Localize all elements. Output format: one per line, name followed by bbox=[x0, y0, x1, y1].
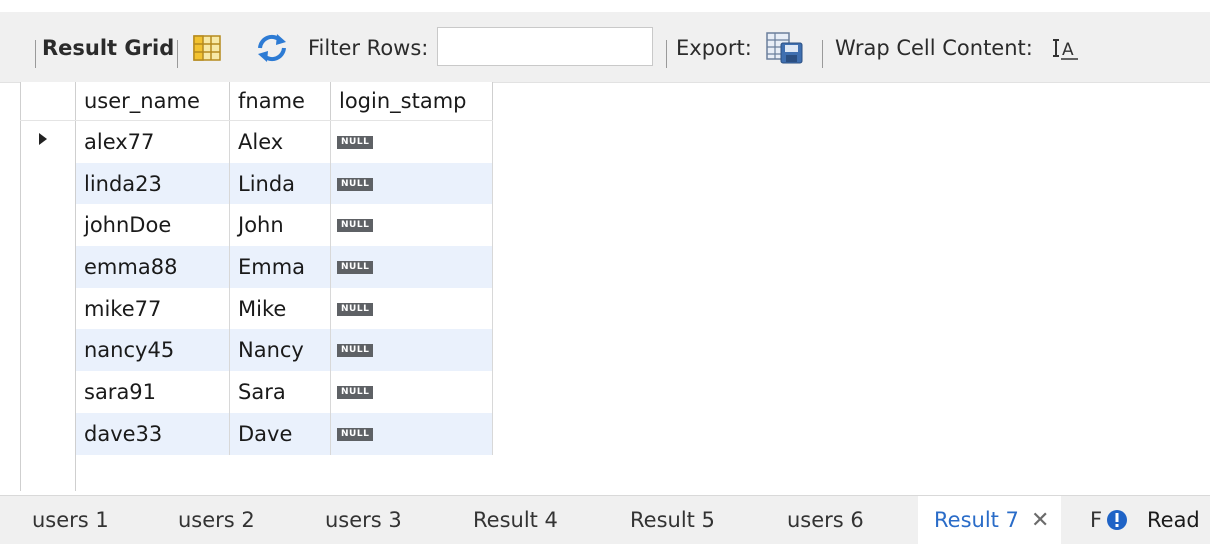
cell-login-stamp[interactable]: NULL bbox=[330, 204, 493, 247]
grid-header-row: user_name fname login_stamp bbox=[20, 82, 493, 121]
tab-label: users 3 bbox=[325, 508, 402, 532]
tab-users-2[interactable]: users 2 bbox=[178, 496, 255, 544]
cell-fname[interactable]: Nancy bbox=[229, 329, 331, 372]
null-badge: NULL bbox=[337, 302, 374, 316]
row-selector[interactable] bbox=[20, 329, 76, 372]
table-row[interactable]: linda23 Linda NULL bbox=[20, 162, 493, 205]
tab-label: users 6 bbox=[787, 508, 864, 532]
cell-login-stamp[interactable]: NULL bbox=[330, 162, 493, 205]
toolbar-separator bbox=[822, 40, 823, 68]
cell-user-name[interactable]: nancy45 bbox=[75, 329, 230, 372]
row-selector[interactable] bbox=[20, 246, 76, 288]
tab-truncated[interactable]: F bbox=[1090, 496, 1102, 544]
cell-login-stamp[interactable]: NULL bbox=[330, 287, 493, 330]
top-strip bbox=[0, 0, 1210, 12]
tab-label: users 2 bbox=[178, 508, 255, 532]
info-icon[interactable] bbox=[1106, 496, 1128, 544]
row-selector[interactable] bbox=[20, 371, 76, 413]
tab-label: Result 5 bbox=[630, 508, 715, 532]
row-selector-header[interactable] bbox=[20, 82, 76, 121]
close-icon[interactable]: ✕ bbox=[1031, 508, 1049, 533]
tab-result-4[interactable]: Result 4 bbox=[473, 496, 558, 544]
grid-view-icon[interactable] bbox=[192, 22, 222, 74]
column-header-fname[interactable]: fname bbox=[229, 82, 331, 121]
wrap-cell-label: Wrap Cell Content: bbox=[835, 36, 1033, 60]
table-row[interactable]: emma88 Emma NULL bbox=[20, 246, 493, 288]
row-selector[interactable] bbox=[20, 287, 76, 330]
cell-fname[interactable]: Dave bbox=[229, 412, 331, 455]
tab-result-5[interactable]: Result 5 bbox=[630, 496, 715, 544]
null-badge: NULL bbox=[337, 177, 374, 191]
cell-user-name[interactable]: sara91 bbox=[75, 371, 230, 413]
table-row[interactable]: sara91 Sara NULL bbox=[20, 371, 493, 413]
cell-fname[interactable]: Linda bbox=[229, 162, 331, 205]
tab-label: users 1 bbox=[32, 508, 109, 532]
tab-result-7[interactable]: Result 7 ✕ bbox=[918, 496, 1062, 544]
result-tab-bar: users 1 users 2 users 3 Result 4 Result … bbox=[0, 495, 1210, 544]
null-badge: NULL bbox=[337, 219, 374, 233]
cell-user-name[interactable]: johnDoe bbox=[75, 204, 230, 247]
table-row[interactable]: johnDoe John NULL bbox=[20, 204, 493, 247]
cell-user-name[interactable]: mike77 bbox=[75, 287, 230, 330]
cell-fname[interactable]: Sara bbox=[229, 371, 331, 413]
table-row[interactable]: alex77 Alex NULL bbox=[20, 120, 493, 163]
filter-rows-label: Filter Rows: bbox=[308, 36, 429, 60]
table-row[interactable]: dave33 Dave NULL bbox=[20, 412, 493, 455]
row-selector[interactable] bbox=[20, 162, 76, 205]
cell-fname[interactable]: Alex bbox=[229, 120, 331, 163]
tab-users-6[interactable]: users 6 bbox=[787, 496, 864, 544]
column-header-login-stamp[interactable]: login_stamp bbox=[330, 82, 493, 121]
filter-rows-label-wrap: Filter Rows: bbox=[308, 22, 428, 74]
toolbar-separator bbox=[177, 40, 178, 68]
wrap-cell-icon[interactable]: A bbox=[1052, 22, 1080, 74]
null-badge: NULL bbox=[337, 261, 374, 275]
tab-label: Read bbox=[1147, 508, 1200, 532]
table-row[interactable]: mike77 Mike NULL bbox=[20, 287, 493, 330]
cell-login-stamp[interactable]: NULL bbox=[330, 412, 493, 455]
tab-label: F bbox=[1090, 508, 1103, 532]
filter-rows-input[interactable] bbox=[437, 27, 653, 66]
tab-users-3[interactable]: users 3 bbox=[325, 496, 402, 544]
cell-user-name[interactable]: dave33 bbox=[75, 412, 230, 455]
export-label-wrap: Export: bbox=[676, 22, 752, 74]
cell-fname[interactable]: John bbox=[229, 204, 331, 247]
tab-label: Result 7 bbox=[934, 508, 1019, 532]
toolbar-separator bbox=[666, 40, 667, 68]
current-row-arrow-icon bbox=[39, 133, 47, 146]
cell-user-name[interactable]: emma88 bbox=[75, 246, 230, 288]
cell-user-name[interactable]: alex77 bbox=[75, 120, 230, 163]
toolbar-separator bbox=[35, 40, 36, 68]
cell-user-name[interactable]: linda23 bbox=[75, 162, 230, 205]
tab-read-only[interactable]: Read bbox=[1147, 496, 1200, 544]
export-icon[interactable] bbox=[765, 22, 805, 74]
row-selector[interactable] bbox=[20, 204, 76, 247]
wrap-cell-label-wrap: Wrap Cell Content: bbox=[835, 22, 1033, 74]
column-header-user-name[interactable]: user_name bbox=[75, 82, 230, 121]
tab-users-1[interactable]: users 1 bbox=[32, 496, 109, 544]
row-selector-gutter bbox=[20, 421, 76, 491]
cell-login-stamp[interactable]: NULL bbox=[330, 329, 493, 372]
result-grid-label: Result Grid bbox=[42, 36, 175, 60]
result-grid: user_name fname login_stamp alex77 Alex … bbox=[20, 82, 493, 455]
refresh-icon[interactable] bbox=[255, 22, 289, 74]
null-badge: NULL bbox=[337, 344, 374, 358]
cell-login-stamp[interactable]: NULL bbox=[330, 120, 493, 163]
null-badge: NULL bbox=[337, 386, 374, 400]
svg-text:A: A bbox=[1062, 40, 1074, 60]
export-label: Export: bbox=[676, 36, 752, 60]
cell-fname[interactable]: Emma bbox=[229, 246, 331, 288]
null-badge: NULL bbox=[337, 136, 374, 149]
result-grid-button[interactable]: Result Grid bbox=[42, 22, 174, 74]
table-row[interactable]: nancy45 Nancy NULL bbox=[20, 329, 493, 372]
cell-login-stamp[interactable]: NULL bbox=[330, 371, 493, 413]
cell-fname[interactable]: Mike bbox=[229, 287, 331, 330]
null-badge: NULL bbox=[337, 427, 374, 441]
row-selector[interactable] bbox=[20, 120, 76, 163]
tab-label: Result 4 bbox=[473, 508, 558, 532]
cell-login-stamp[interactable]: NULL bbox=[330, 246, 493, 288]
